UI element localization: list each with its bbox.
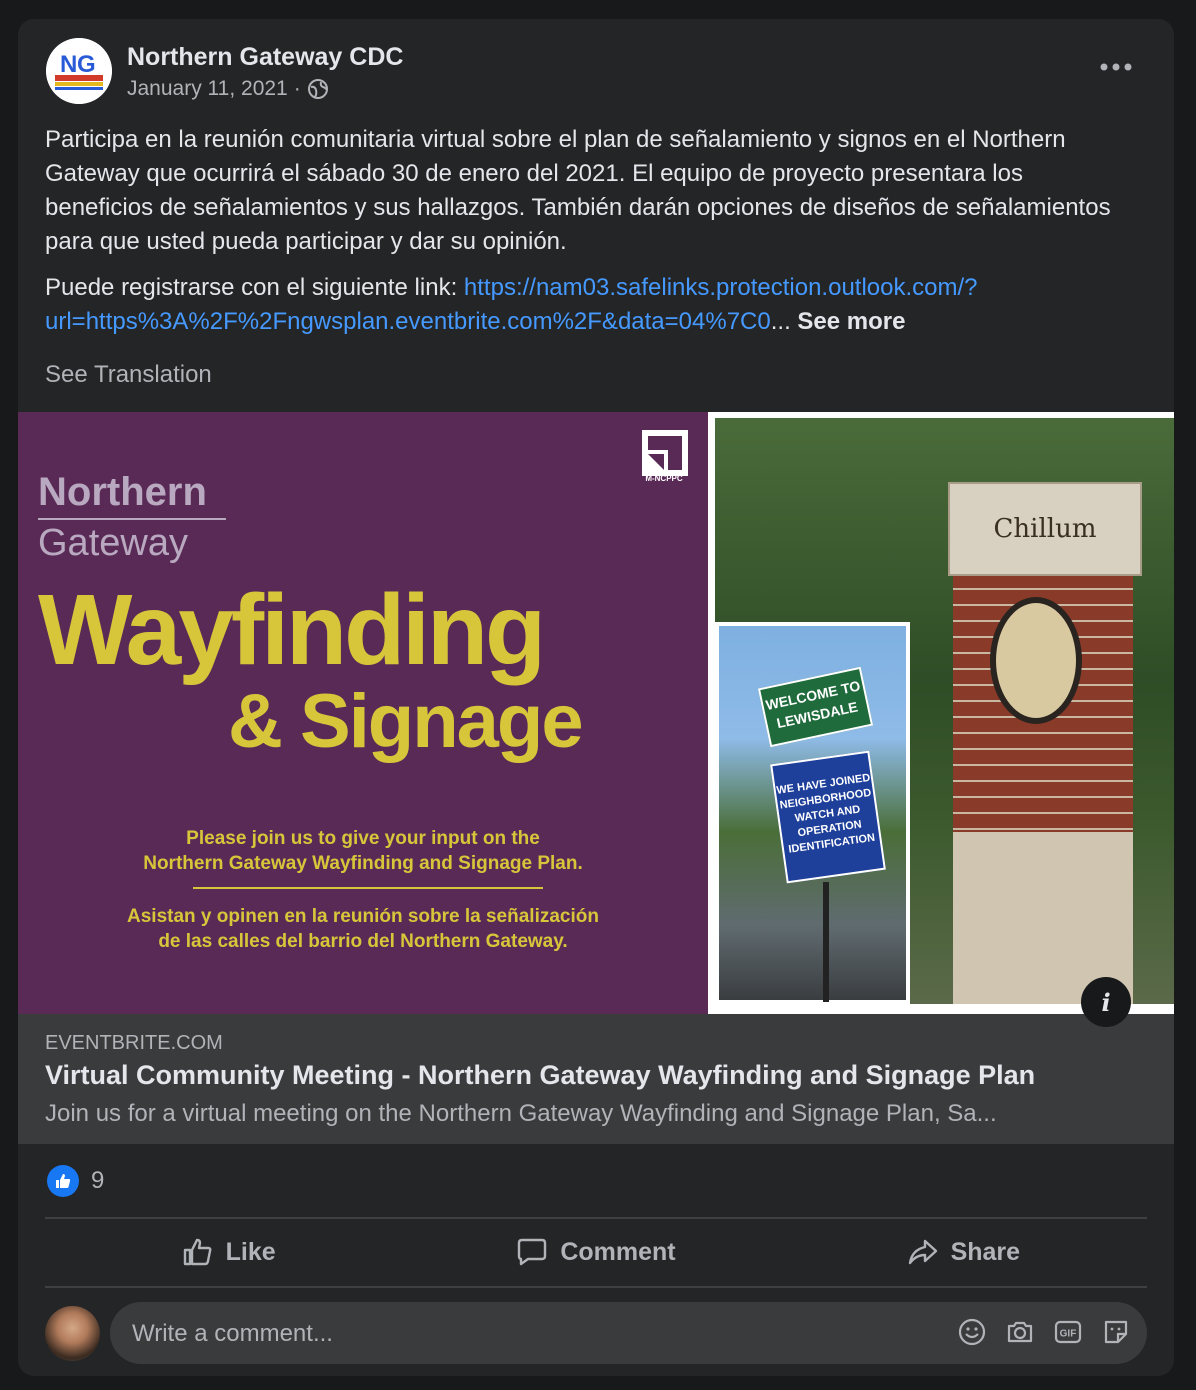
see-translation-link[interactable]: See Translation (45, 361, 212, 389)
link-preview-image[interactable]: M-NCPPC Northern Gateway Wayfinding & Si… (18, 412, 1174, 1014)
post-text: Participa en la reunión comunitaria virt… (45, 123, 1135, 351)
flyer-english-text: Please join us to give your input on the… (18, 826, 708, 876)
comment-label: Comment (560, 1237, 676, 1266)
share-label: Share (950, 1237, 1021, 1266)
sticker-icon[interactable] (1101, 1317, 1131, 1347)
comment-tools: GIF (957, 1317, 1131, 1347)
spanish-line-1: Asistan y opinen en la reunión sobre la … (127, 906, 599, 927)
comment-icon (518, 1238, 547, 1266)
see-more-button[interactable]: See more (797, 308, 905, 335)
gif-icon[interactable]: GIF (1053, 1317, 1083, 1347)
share-icon (908, 1239, 937, 1265)
pillar-sign: Chillum (948, 482, 1142, 576)
comment-button[interactable]: Comment (412, 1219, 779, 1285)
flyer-logo-rule (38, 518, 226, 520)
neighborhood-watch-sign: WE HAVE JOINED NEIGHBORHOOD WATCH AND OP… (770, 750, 886, 884)
register-prefix: Puede registrarse con el siguiente link: (45, 274, 464, 301)
flyer-logo-northern: Northern (38, 470, 207, 514)
post-actions: Like Comment Share (45, 1219, 1147, 1285)
reaction-summary[interactable]: 9 (47, 1165, 104, 1197)
svg-text:N: N (60, 51, 77, 78)
emoji-icon[interactable] (957, 1317, 987, 1347)
spanish-line-2: de las calles del barrio del Northern Ga… (158, 931, 568, 952)
like-reaction-icon (47, 1165, 79, 1197)
info-icon[interactable]: i (1081, 977, 1131, 1027)
link-preview[interactable]: EVENTBRITE.COM Virtual Community Meeting… (18, 1014, 1174, 1144)
meta-separator: · (293, 77, 301, 100)
page-avatar[interactable]: N G (46, 38, 112, 104)
comment-input[interactable] (130, 1302, 914, 1366)
post-card: N G Northern Gateway CDC January 11, 202… (18, 19, 1174, 1376)
page-name[interactable]: Northern Gateway CDC (127, 43, 403, 72)
thumbs-up-icon (183, 1238, 212, 1266)
camera-icon[interactable] (1005, 1317, 1035, 1347)
user-avatar[interactable] (45, 1306, 100, 1361)
english-line-1: Please join us to give your input on the (186, 828, 540, 849)
svg-text:GIF: GIF (1060, 1329, 1077, 1340)
preview-domain: EVENTBRITE.COM (45, 1032, 223, 1054)
post-paragraph: Participa en la reunión comunitaria virt… (45, 126, 1111, 255)
divider (45, 1286, 1147, 1288)
like-button[interactable]: Like (45, 1219, 412, 1285)
flyer-headline-signage: & Signage (228, 679, 584, 764)
county-seal (990, 597, 1082, 724)
mncppc-logo (642, 430, 688, 476)
share-button[interactable]: Share (780, 1219, 1147, 1285)
post-date[interactable]: January 11, 2021 (127, 77, 288, 101)
ellipsis: ... (770, 308, 791, 335)
preview-title[interactable]: Virtual Community Meeting - Northern Gat… (45, 1060, 1035, 1091)
flyer-headline-wayfinding: Wayfinding (38, 574, 546, 686)
agency-label: M-NCPPC (645, 474, 683, 483)
post-paragraph-register: Puede registrarse con el siguiente link:… (45, 271, 1135, 339)
post-meta: January 11, 2021 · (127, 77, 329, 101)
preview-description: Join us for a virtual meeting on the Nor… (45, 1100, 997, 1127)
flyer-divider (193, 887, 543, 889)
flyer-logo-gateway: Gateway (38, 522, 188, 564)
svg-text:G: G (77, 51, 96, 78)
english-line-2: Northern Gateway Wayfinding and Signage … (143, 853, 583, 874)
more-options-icon[interactable] (1098, 59, 1134, 75)
sign-pole (823, 882, 829, 1002)
comment-box[interactable]: GIF (110, 1302, 1147, 1366)
flyer-spanish-text: Asistan y opinen en la reunión sobre la … (18, 904, 708, 954)
globe-icon (307, 79, 328, 99)
like-label: Like (225, 1237, 276, 1266)
flyer-graphic: M-NCPPC Northern Gateway Wayfinding & Si… (18, 412, 708, 1014)
reaction-count[interactable]: 9 (91, 1167, 104, 1195)
